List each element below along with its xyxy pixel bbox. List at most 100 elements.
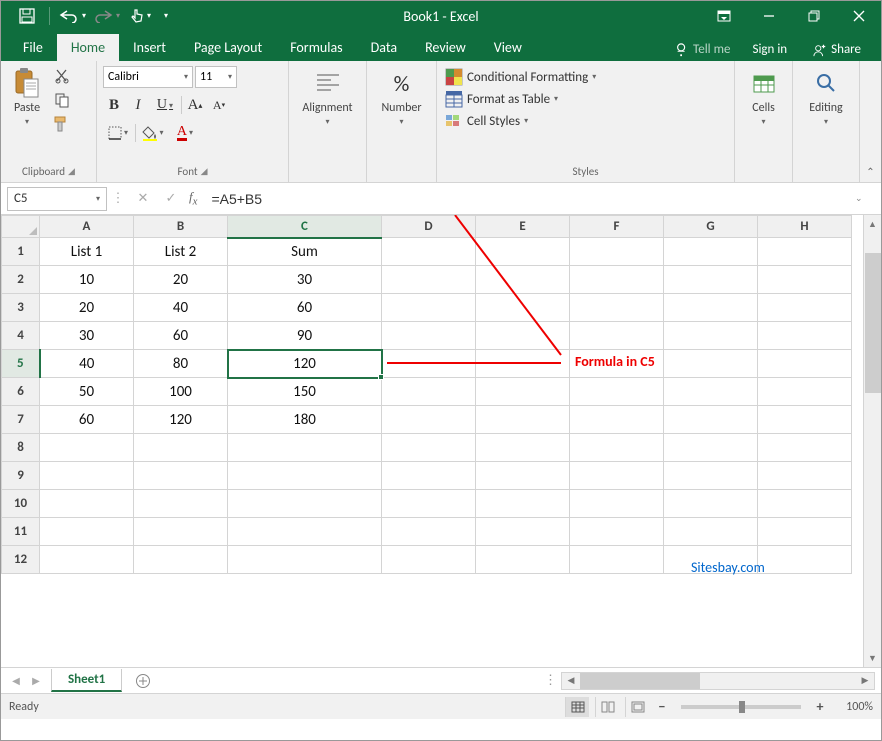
cell[interactable]: [40, 462, 134, 490]
conditional-formatting-button[interactable]: Conditional Formatting▾: [443, 67, 598, 87]
cell[interactable]: [382, 378, 476, 406]
cell[interactable]: [40, 546, 134, 574]
tab-view[interactable]: View: [480, 34, 536, 61]
format-painter-icon[interactable]: [51, 113, 73, 135]
cell[interactable]: [570, 434, 664, 462]
touch-mode-icon[interactable]: ▾: [124, 3, 156, 29]
row-header[interactable]: 10: [2, 490, 40, 518]
cell[interactable]: [570, 546, 664, 574]
row-header[interactable]: 12: [2, 546, 40, 574]
scroll-left-icon[interactable]: ◀: [562, 675, 580, 686]
cell[interactable]: [570, 238, 664, 266]
cell[interactable]: [228, 546, 382, 574]
copy-icon[interactable]: [51, 89, 73, 111]
redo-icon[interactable]: ▾: [90, 3, 122, 29]
cell[interactable]: [570, 518, 664, 546]
cell[interactable]: [40, 518, 134, 546]
cell[interactable]: [476, 490, 570, 518]
cell[interactable]: [570, 490, 664, 518]
editing-button[interactable]: Editing ▾: [805, 65, 846, 129]
undo-icon[interactable]: ▾: [56, 3, 88, 29]
cell[interactable]: 60: [40, 406, 134, 434]
paste-button[interactable]: Paste ▾: [7, 65, 47, 129]
column-header[interactable]: D: [382, 216, 476, 238]
column-header[interactable]: H: [758, 216, 852, 238]
cell[interactable]: [664, 518, 758, 546]
tab-review[interactable]: Review: [411, 34, 480, 61]
tab-splitter[interactable]: ⋮: [541, 673, 561, 688]
cell[interactable]: 10: [40, 266, 134, 294]
zoom-in-button[interactable]: +: [813, 698, 827, 715]
column-header[interactable]: G: [664, 216, 758, 238]
cell[interactable]: 90: [228, 322, 382, 350]
zoom-out-button[interactable]: −: [655, 698, 669, 715]
cell[interactable]: [382, 546, 476, 574]
zoom-slider[interactable]: [681, 705, 801, 709]
cell[interactable]: [134, 462, 228, 490]
cell[interactable]: [758, 434, 852, 462]
row-header[interactable]: 11: [2, 518, 40, 546]
cell[interactable]: 30: [40, 322, 134, 350]
cell[interactable]: [134, 518, 228, 546]
cell[interactable]: [664, 378, 758, 406]
cell[interactable]: Sum: [228, 238, 382, 266]
format-as-table-button[interactable]: Format as Table▾: [443, 89, 598, 109]
grow-font-button[interactable]: A▴: [184, 94, 206, 116]
cell[interactable]: 50: [40, 378, 134, 406]
cell[interactable]: 100: [134, 378, 228, 406]
cell[interactable]: [134, 546, 228, 574]
cell[interactable]: 60: [228, 294, 382, 322]
cell[interactable]: [570, 462, 664, 490]
cell[interactable]: [758, 462, 852, 490]
cell[interactable]: [476, 378, 570, 406]
cell[interactable]: [382, 322, 476, 350]
font-name-combo[interactable]: Calibri▾: [103, 66, 193, 88]
row-header[interactable]: 9: [2, 462, 40, 490]
cell-styles-button[interactable]: Cell Styles▾: [443, 111, 598, 131]
cell[interactable]: [40, 490, 134, 518]
cell[interactable]: [664, 238, 758, 266]
cell[interactable]: [570, 322, 664, 350]
italic-button[interactable]: I: [127, 94, 149, 116]
cell[interactable]: [476, 350, 570, 378]
cell[interactable]: [570, 406, 664, 434]
zoom-level[interactable]: 100%: [833, 700, 873, 714]
cell[interactable]: 80: [134, 350, 228, 378]
cell[interactable]: 180: [228, 406, 382, 434]
sheet-tab-sheet1[interactable]: Sheet1: [51, 669, 122, 692]
zoom-thumb[interactable]: [739, 701, 745, 713]
cell[interactable]: 150: [228, 378, 382, 406]
close-button[interactable]: [836, 1, 881, 31]
cell[interactable]: [664, 294, 758, 322]
column-header[interactable]: F: [570, 216, 664, 238]
collapse-ribbon-icon[interactable]: ⌃: [859, 61, 881, 182]
tab-home[interactable]: Home: [57, 34, 119, 61]
cell[interactable]: [476, 406, 570, 434]
hscroll-thumb[interactable]: [580, 673, 700, 689]
ribbon-display-icon[interactable]: [701, 1, 746, 31]
row-header[interactable]: 8: [2, 434, 40, 462]
cell[interactable]: [758, 546, 852, 574]
cell[interactable]: [664, 490, 758, 518]
cell[interactable]: [476, 322, 570, 350]
cell[interactable]: [382, 350, 476, 378]
cell[interactable]: 40: [134, 294, 228, 322]
cell[interactable]: [758, 266, 852, 294]
cell[interactable]: [134, 490, 228, 518]
scroll-right-icon[interactable]: ▶: [856, 675, 874, 686]
clipboard-launcher-icon[interactable]: ◢: [68, 166, 75, 177]
vertical-scrollbar[interactable]: ▲ ▼: [863, 215, 881, 667]
cell[interactable]: [758, 378, 852, 406]
bold-button[interactable]: B: [103, 94, 125, 116]
column-header[interactable]: A: [40, 216, 134, 238]
tab-formulas[interactable]: Formulas: [276, 34, 356, 61]
new-sheet-button[interactable]: [130, 671, 156, 691]
cell[interactable]: [228, 434, 382, 462]
tab-nav-next-icon[interactable]: ▶: [27, 672, 45, 690]
fx-icon[interactable]: fx: [189, 189, 197, 208]
row-header[interactable]: 4: [2, 322, 40, 350]
fill-handle[interactable]: [378, 374, 384, 380]
cell[interactable]: [664, 350, 758, 378]
cell[interactable]: List 1: [40, 238, 134, 266]
cells-button[interactable]: Cells ▾: [744, 65, 784, 129]
